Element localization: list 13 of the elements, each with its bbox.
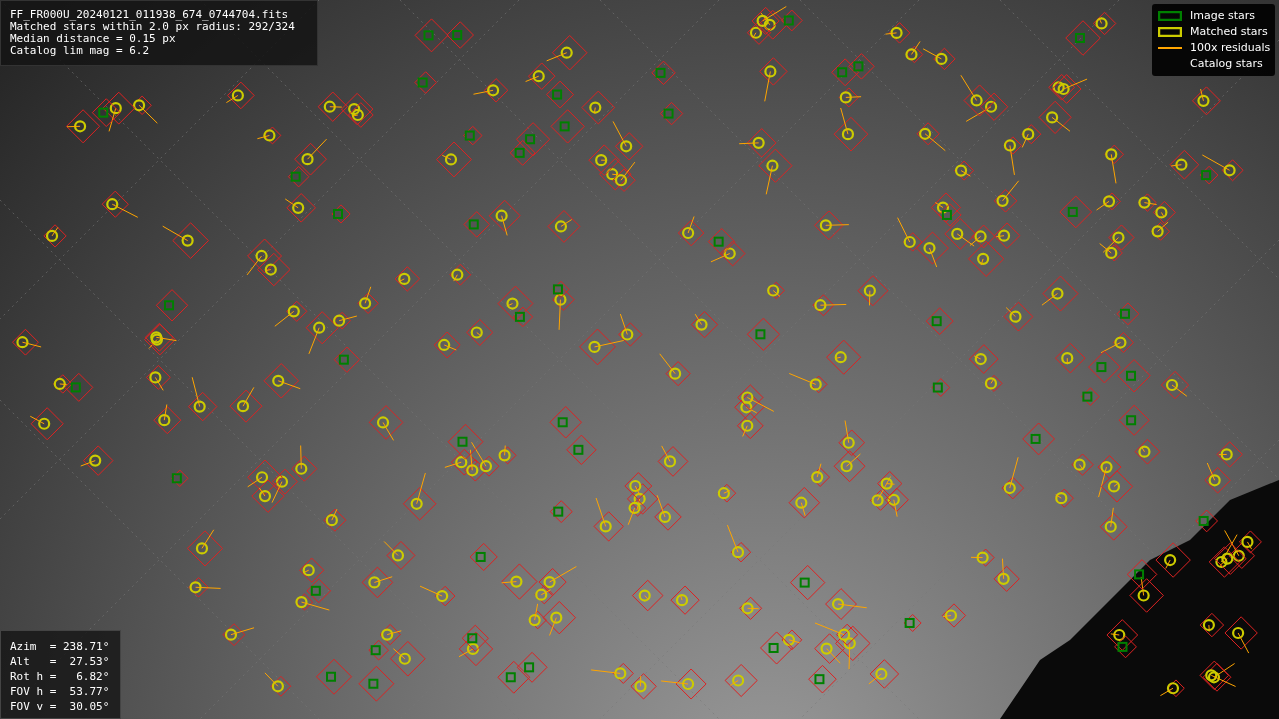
pointing-text: Alt = 27.53° [10, 656, 110, 668]
legend-label: 100x residuals [1190, 39, 1271, 56]
legend-label: Image stars [1190, 7, 1255, 24]
legend-label: Catalog stars [1190, 55, 1263, 72]
pointing-text: FOV v = 30.05° [10, 701, 110, 713]
info-text: Matched stars within 2.0 px radius: 292/324 [10, 21, 295, 33]
info-text: FF_FR000U_20240121_011938_674_0744704.fits [10, 9, 289, 21]
legend-label: Matched stars [1190, 23, 1268, 40]
pointing-text: Azim = 238.71° [10, 641, 110, 653]
pointing-text: Rot h = 6.82° [10, 671, 110, 683]
info-text: Catalog lim mag = 6.2 [10, 45, 150, 57]
info-text: Median distance = 0.15 px [10, 33, 176, 45]
pointing-text: FOV h = 53.77° [10, 686, 110, 698]
